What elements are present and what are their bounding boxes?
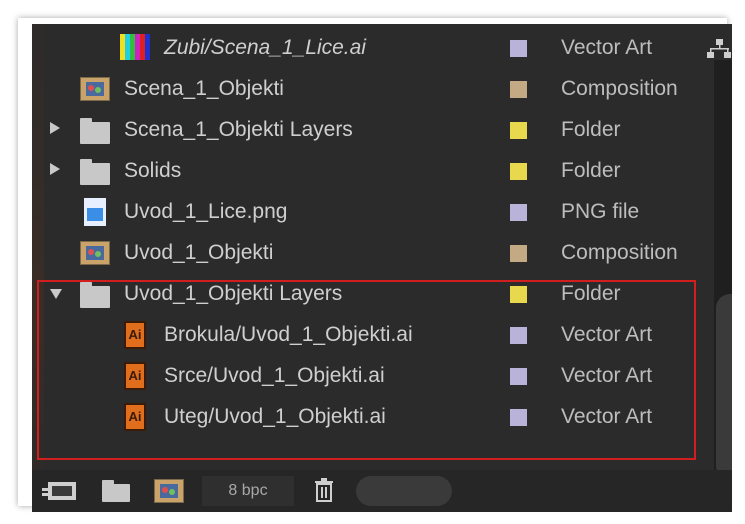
footer-pill-control — [356, 476, 452, 506]
folder-icon — [80, 159, 110, 185]
flowchart-icon[interactable] — [706, 38, 732, 60]
label-color-swatch[interactable] — [510, 40, 527, 57]
item-name: Scena_1_Objekti — [124, 77, 284, 100]
scrollbar-thumb[interactable] — [716, 294, 732, 480]
project-item-row[interactable]: Uvod_1_Lice.png PNG file — [44, 192, 714, 232]
item-type: Folder — [561, 118, 621, 141]
project-item-row[interactable]: Scena_1_Objekti Composition — [44, 69, 714, 109]
item-type: Composition — [561, 241, 678, 264]
item-type: Composition — [561, 77, 678, 100]
project-item-row[interactable]: Solids Folder — [44, 151, 714, 191]
new-folder-icon[interactable] — [102, 480, 130, 502]
disclosure-collapsed-icon[interactable] — [50, 163, 60, 175]
selection-highlight-box — [37, 280, 696, 460]
label-color-swatch[interactable] — [510, 122, 527, 139]
color-bars-icon — [120, 34, 150, 60]
item-name: Zubi/Scena_1_Lice.ai — [164, 36, 366, 59]
project-panel-footer: 8 bpc — [32, 470, 732, 512]
folder-icon — [80, 118, 110, 144]
interpret-footage-icon[interactable] — [42, 480, 78, 502]
composition-icon — [80, 241, 110, 265]
label-color-swatch[interactable] — [510, 163, 527, 180]
label-color-swatch[interactable] — [510, 245, 527, 262]
png-file-icon — [84, 198, 106, 226]
project-item-row[interactable]: Scena_1_Objekti Layers Folder — [44, 110, 714, 150]
project-item-row[interactable]: Zubi/Scena_1_Lice.ai Vector Art — [44, 28, 714, 68]
project-bit-depth-button[interactable]: 8 bpc — [202, 476, 294, 506]
trash-icon[interactable] — [314, 478, 334, 502]
item-type: PNG file — [561, 200, 640, 223]
label-color-swatch[interactable] — [510, 81, 527, 98]
project-item-row[interactable]: Uvod_1_Objekti Composition — [44, 233, 714, 273]
item-type: Folder — [561, 159, 621, 182]
item-name: Scena_1_Objekti Layers — [124, 118, 353, 141]
item-name: Uvod_1_Lice.png — [124, 200, 288, 223]
new-composition-icon[interactable] — [154, 479, 184, 503]
composition-icon — [80, 77, 110, 101]
item-type: Vector Art — [561, 36, 653, 59]
item-name: Solids — [124, 159, 182, 182]
disclosure-collapsed-icon[interactable] — [50, 122, 60, 134]
item-name: Uvod_1_Objekti — [124, 241, 274, 264]
label-color-swatch[interactable] — [510, 204, 527, 221]
